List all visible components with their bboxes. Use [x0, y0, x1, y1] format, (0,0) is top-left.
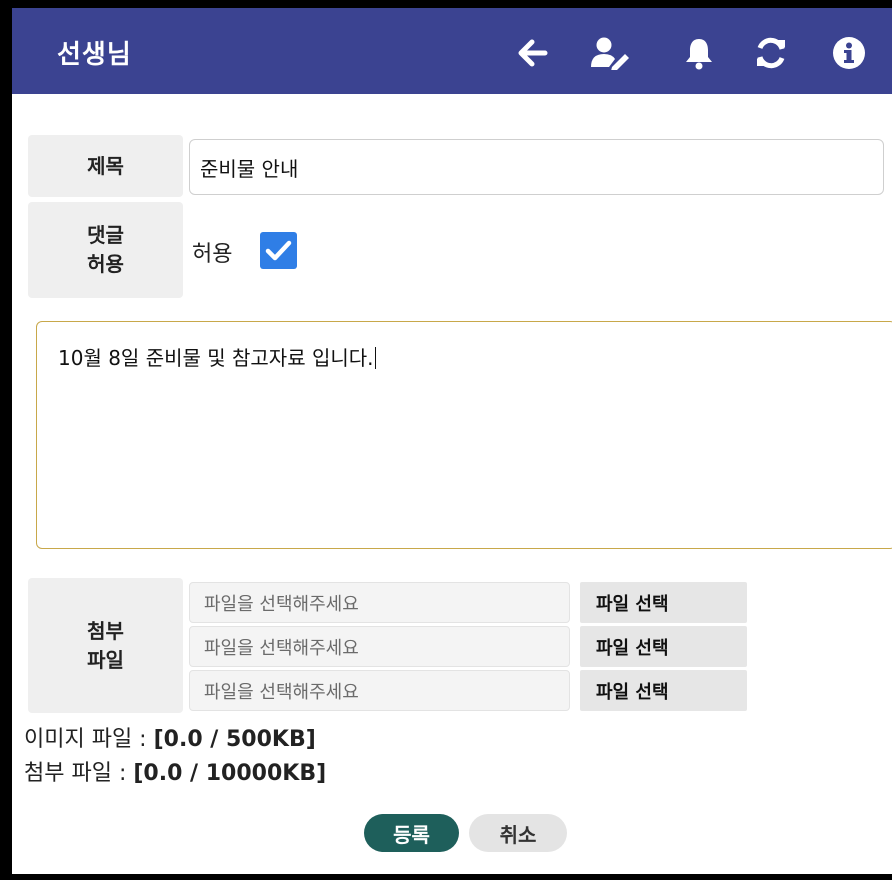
attachment-size-label: 첨부 파일 : [24, 761, 134, 786]
file-input-placeholder: 파일을 선택해주세요 [204, 593, 359, 615]
title-input-value: 준비물 안내 [200, 156, 299, 181]
file-input-3[interactable]: 파일을 선택해주세요 [189, 670, 570, 711]
content-text: 10월 8일 준비물 및 참고자료 입니다. [58, 346, 374, 370]
title-input[interactable]: 준비물 안내 [189, 139, 884, 195]
title-label-text: 제목 [87, 153, 124, 178]
attachment-size-value: [0.0 / 10000KB] [133, 761, 327, 786]
file-input-2[interactable]: 파일을 선택해주세요 [189, 626, 570, 667]
refresh-icon[interactable] [754, 36, 788, 70]
comment-label-line2: 허용 [87, 252, 124, 276]
file-input-placeholder: 파일을 선택해주세요 [204, 637, 359, 659]
user-edit-icon[interactable] [590, 36, 630, 70]
attachment-size-info: 첨부 파일 : [0.0 / 10000KB] [24, 755, 326, 787]
file-select-button-3[interactable]: 파일 선택 [580, 670, 747, 711]
app-header: 선생님 [12, 8, 892, 94]
attachment-label-line2: 파일 [87, 647, 124, 672]
bell-icon[interactable] [682, 36, 716, 70]
content-textarea[interactable]: 10월 8일 준비물 및 참고자료 입니다. [36, 321, 892, 549]
info-icon[interactable] [832, 36, 866, 70]
text-caret [374, 347, 376, 369]
page-title: 선생님 [57, 40, 132, 70]
app-frame: 선생님 제목 준비물 안내 댓글 허용 허용 10월 8일 준비물 및 참고자료… [12, 8, 892, 874]
file-select-button-1[interactable]: 파일 선택 [580, 582, 747, 623]
attachment-label: 첨부 파일 [28, 578, 183, 713]
image-size-label: 이미지 파일 : [24, 727, 154, 752]
file-input-1[interactable]: 파일을 선택해주세요 [189, 582, 570, 623]
comment-allow-label: 댓글 허용 [28, 202, 183, 298]
submit-button[interactable]: 등록 [364, 814, 459, 852]
file-input-placeholder: 파일을 선택해주세요 [204, 681, 359, 703]
cancel-button[interactable]: 취소 [469, 814, 567, 852]
back-arrow-icon[interactable] [515, 36, 549, 70]
allow-comments-checkbox[interactable] [260, 232, 297, 269]
image-size-info: 이미지 파일 : [0.0 / 500KB] [24, 721, 316, 753]
title-label: 제목 [28, 135, 183, 197]
image-size-value: [0.0 / 500KB] [153, 727, 316, 752]
allow-text: 허용 [192, 242, 233, 267]
comment-label-line1: 댓글 [87, 223, 124, 247]
checkmark-icon [265, 240, 292, 261]
attachment-label-line1: 첨부 [87, 618, 124, 643]
file-select-button-2[interactable]: 파일 선택 [580, 626, 747, 667]
